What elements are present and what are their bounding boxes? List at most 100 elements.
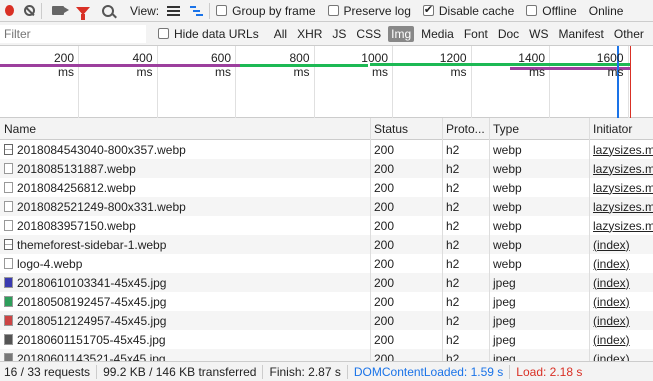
initiator-link[interactable]: (index) [593, 276, 630, 290]
type-filter-css[interactable]: CSS [353, 26, 384, 42]
type-filter-img[interactable]: Img [388, 25, 415, 42]
filter-input[interactable] [0, 24, 146, 43]
timeline-gridline [470, 46, 472, 118]
filter-icon[interactable] [76, 6, 90, 20]
throttling-select[interactable]: Online [589, 4, 624, 18]
cell-text: webp [493, 218, 522, 233]
column-header-protocol[interactable]: Proto... [442, 118, 489, 139]
cell-text: h2 [446, 256, 460, 271]
timeline-overview[interactable]: 200 ms 400 ms 600 ms 800 ms 1000 ms 1200 ms 14… [0, 46, 653, 118]
cell-initiator[interactable]: (index) [589, 349, 653, 362]
cell-status: 200 [370, 235, 442, 254]
column-header-name[interactable]: Name [0, 118, 370, 139]
table-row[interactable]: 20180508192457-45x45.jpg 200 h2 jpeg (index) [0, 292, 653, 311]
column-divider [589, 118, 590, 361]
checkbox-box[interactable] [327, 5, 339, 16]
type-filter-font[interactable]: Font [461, 26, 491, 42]
initiator-link[interactable]: (index) [593, 238, 630, 252]
checkbox-box[interactable] [422, 3, 434, 16]
cell-status: 200 [370, 159, 442, 178]
timeline-tick-label: 1400 ms [518, 51, 545, 79]
column-divider [370, 118, 371, 361]
cell-initiator[interactable]: (index) [589, 311, 653, 330]
toolbar-divider [209, 2, 211, 19]
cell-initiator[interactable]: (index) [589, 235, 653, 254]
disable-cache-checkbox[interactable]: Disable cache [422, 3, 514, 18]
cell-initiator[interactable]: lazysizes.mi [589, 216, 653, 235]
type-filter-xhr[interactable]: XHR [294, 26, 325, 42]
initiator-link[interactable]: (index) [593, 314, 630, 328]
table-row[interactable]: 20180610103341-45x45.jpg 200 h2 jpeg (index) [0, 273, 653, 292]
table-row[interactable]: logo-4.webp 200 h2 webp (index) [0, 254, 653, 273]
column-header-initiator[interactable]: Initiator [589, 118, 653, 139]
cell-initiator[interactable]: lazysizes.mi [589, 197, 653, 216]
preserve-log-checkbox[interactable]: Preserve log [327, 4, 411, 18]
clear-icon[interactable] [24, 5, 35, 16]
table-row[interactable]: 2018082521249-800x331.webp 200 h2 webp lazys… [0, 197, 653, 216]
cell-text: h2 [446, 313, 460, 328]
cell-text: 20180601151705-45x45.jpg [17, 332, 166, 347]
type-filter-other[interactable]: Other [611, 26, 647, 42]
cell-initiator[interactable]: (index) [589, 273, 653, 292]
initiator-link[interactable]: lazysizes.mi [593, 219, 653, 233]
initiator-link[interactable]: (index) [593, 295, 630, 309]
initiator-link[interactable]: (index) [593, 352, 630, 362]
cell-text: 20180512124957-45x45.jpg [17, 313, 167, 328]
checkbox-box[interactable] [158, 28, 169, 39]
filter-bar: Hide data URLs AllXHRJSCSSImgMediaFontDo… [0, 22, 653, 46]
table-row[interactable]: 20180601143521-45x45.jpg 200 h2 jpeg (index) [0, 349, 653, 361]
type-filter-manifest[interactable]: Manifest [556, 26, 607, 42]
column-header-type[interactable]: Type [489, 118, 589, 139]
offline-checkbox[interactable]: Offline [526, 4, 577, 18]
cell-status: 200 [370, 140, 442, 159]
cell-type: jpeg [489, 349, 589, 362]
large-rows-icon[interactable] [167, 5, 181, 16]
table-row[interactable]: 2018084543040-800x357.webp 200 h2 webp lazys… [0, 140, 653, 159]
table-row[interactable]: 20180601151705-45x45.jpg 200 h2 jpeg (index) [0, 330, 653, 349]
type-filter-all[interactable]: All [271, 26, 290, 42]
cell-text: h2 [446, 237, 460, 252]
overview-waterfall-icon[interactable] [190, 5, 204, 16]
initiator-link[interactable]: (index) [593, 333, 630, 347]
cell-name: themeforest-sidebar-1.webp [0, 235, 370, 254]
table-row[interactable]: 20180512124957-45x45.jpg 200 h2 jpeg (index) [0, 311, 653, 330]
cell-text: 2018084256812.webp [17, 180, 136, 195]
initiator-link[interactable]: lazysizes.mi [593, 200, 653, 214]
table-row[interactable]: 2018084256812.webp 200 h2 webp lazysizes.mi [0, 178, 653, 197]
type-filter-ws[interactable]: WS [526, 26, 551, 42]
cell-text: 200 [374, 161, 395, 176]
group-by-frame-checkbox[interactable]: Group by frame [216, 4, 316, 18]
checkbox-box[interactable] [216, 5, 228, 16]
cell-initiator[interactable]: (index) [589, 330, 653, 349]
initiator-link[interactable]: lazysizes.mi [593, 181, 653, 195]
cell-initiator[interactable]: (index) [589, 254, 653, 273]
search-icon[interactable] [102, 4, 114, 17]
cell-protocol: h2 [442, 330, 489, 349]
timeline-gridline [313, 46, 315, 118]
column-header-status[interactable]: Status [370, 118, 442, 139]
initiator-link[interactable]: lazysizes.mi [593, 143, 653, 157]
cell-initiator[interactable]: lazysizes.mi [589, 140, 653, 159]
table-row[interactable]: 2018083957150.webp 200 h2 webp lazysizes.mi [0, 216, 653, 235]
cell-text: 2018084543040-800x357.webp [17, 142, 186, 157]
cell-text: jpeg [493, 294, 516, 309]
cell-name: 2018084543040-800x357.webp [0, 140, 370, 159]
checkbox-box[interactable] [526, 5, 538, 16]
table-row[interactable]: 2018085131887.webp 200 h2 webp lazysizes.mi [0, 159, 653, 178]
hide-data-urls-checkbox[interactable]: Hide data URLs [158, 27, 259, 41]
initiator-link[interactable]: lazysizes.mi [593, 162, 653, 176]
table-row[interactable]: themeforest-sidebar-1.webp 200 h2 webp (inde… [0, 235, 653, 254]
record-button[interactable] [0, 4, 14, 18]
cell-initiator[interactable]: lazysizes.mi [589, 159, 653, 178]
initiator-link[interactable]: (index) [593, 257, 630, 271]
toolbar-divider [41, 2, 42, 19]
type-filter-doc[interactable]: Doc [495, 26, 522, 42]
type-filter-media[interactable]: Media [418, 26, 457, 42]
type-filter-js[interactable]: JS [329, 26, 349, 42]
image-file-icon [4, 144, 13, 155]
requests-count: 16 / 33 requests [4, 364, 91, 379]
timeline-gridline [627, 46, 629, 118]
cell-initiator[interactable]: (index) [589, 292, 653, 311]
capture-screenshots-icon[interactable] [52, 6, 69, 15]
cell-initiator[interactable]: lazysizes.mi [589, 178, 653, 197]
